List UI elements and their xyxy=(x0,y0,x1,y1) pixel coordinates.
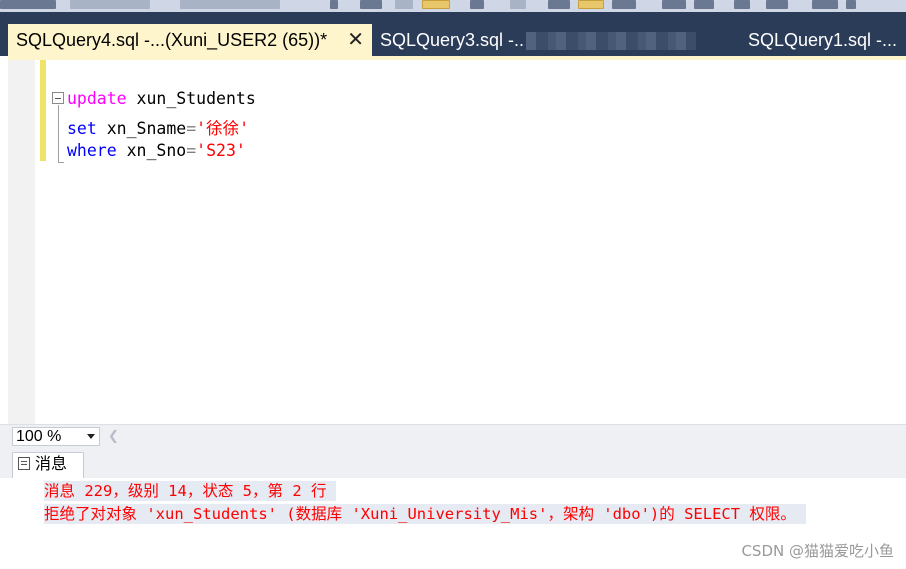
uncomment-icon[interactable] xyxy=(578,0,604,9)
tab-label: SQLQuery4.sql -...(Xuni_USER2 (65))* xyxy=(16,30,328,50)
outline-line xyxy=(58,105,59,163)
toolbar-icon[interactable] xyxy=(510,0,526,9)
toolbar-icon[interactable] xyxy=(470,0,484,9)
results-pane: 消息 消息 229，级别 14，状态 5，第 2 行 拒绝了对对象 'xun_S… xyxy=(0,448,906,569)
messages-icon xyxy=(18,457,30,470)
sql-operator: = xyxy=(186,141,197,160)
close-icon[interactable]: ✕ xyxy=(347,24,364,56)
execute-button[interactable] xyxy=(70,0,150,9)
toolbar-dropdown[interactable] xyxy=(0,0,56,9)
tab-sqlquery4[interactable]: SQLQuery4.sql -...(Xuni_USER2 (65))* ✕ xyxy=(8,24,372,56)
sql-string: '徐徐' xyxy=(196,119,250,138)
error-message-line[interactable]: 消息 229，级别 14，状态 5，第 2 行 xyxy=(44,481,337,501)
indent-icon[interactable] xyxy=(612,0,636,9)
sql-operator: = xyxy=(186,119,197,138)
collapse-icon[interactable] xyxy=(52,92,64,104)
tab-messages[interactable]: 消息 xyxy=(12,452,84,478)
results-to-grid-icon[interactable] xyxy=(422,0,450,9)
change-indicator-bar xyxy=(40,60,46,161)
display-plan-icon[interactable] xyxy=(395,0,413,9)
sql-identifier: xn_Sno xyxy=(116,141,187,160)
toolbar xyxy=(0,0,906,12)
toolbar-icon[interactable] xyxy=(766,0,788,9)
code-line-2[interactable]: set xn_Sname='徐徐' xyxy=(67,115,249,139)
parse-icon[interactable] xyxy=(360,0,382,9)
scroll-left-icon[interactable]: ❮ xyxy=(108,429,119,444)
code-line-1[interactable]: update xun_Students xyxy=(67,89,256,108)
toolbar-overflow-icon[interactable] xyxy=(846,0,856,9)
sql-identifier: xn_Sname xyxy=(96,119,187,138)
sql-identifier: xun_Students xyxy=(126,89,256,108)
redacted-text xyxy=(526,32,697,51)
tab-sqlquery3[interactable]: SQLQuery3.sql -.. xyxy=(374,24,697,56)
sql-keyword: update xyxy=(67,89,127,108)
editor-margin xyxy=(8,60,35,424)
tab-sqlquery1[interactable]: SQLQuery1.sql -... xyxy=(742,24,897,56)
results-tab-bar: 消息 xyxy=(0,448,906,478)
code-editor[interactable]: update xun_Students set xn_Sname='徐徐' wh… xyxy=(8,60,906,424)
zoom-value: 100 % xyxy=(16,428,62,445)
outline-end xyxy=(58,162,64,163)
comment-icon[interactable] xyxy=(548,0,570,9)
toolbar-icon[interactable] xyxy=(812,0,838,9)
sql-string: 'S23' xyxy=(196,141,246,160)
sql-keyword: where xyxy=(67,141,117,160)
tab-label: SQLQuery1.sql -... xyxy=(748,30,898,50)
outdent-icon[interactable] xyxy=(662,0,686,9)
editor-status-bar: 100 % ❮ xyxy=(0,424,906,448)
code-line-3[interactable]: where xn_Sno='S23' xyxy=(67,141,246,160)
tab-label: 消息 xyxy=(35,456,68,473)
error-message-line[interactable]: 拒绝了对对象 'xun_Students' (数据库 'Xuni_Univers… xyxy=(44,504,806,524)
zoom-select[interactable]: 100 % xyxy=(12,427,100,446)
tab-label: SQLQuery3.sql -.. xyxy=(380,30,525,50)
document-tab-strip: SQLQuery4.sql -...(Xuni_USER2 (65))* ✕ S… xyxy=(0,12,906,56)
toolbar-icon[interactable] xyxy=(734,0,750,9)
debug-button[interactable] xyxy=(180,0,280,9)
chevron-down-icon[interactable] xyxy=(87,434,95,439)
toolbar-dropdown-arrow-icon[interactable] xyxy=(330,0,338,9)
sql-keyword: set xyxy=(67,119,97,138)
watermark: CSDN @猫猫爱吃小鱼 xyxy=(741,542,894,560)
toolbar-icon[interactable] xyxy=(694,0,714,9)
